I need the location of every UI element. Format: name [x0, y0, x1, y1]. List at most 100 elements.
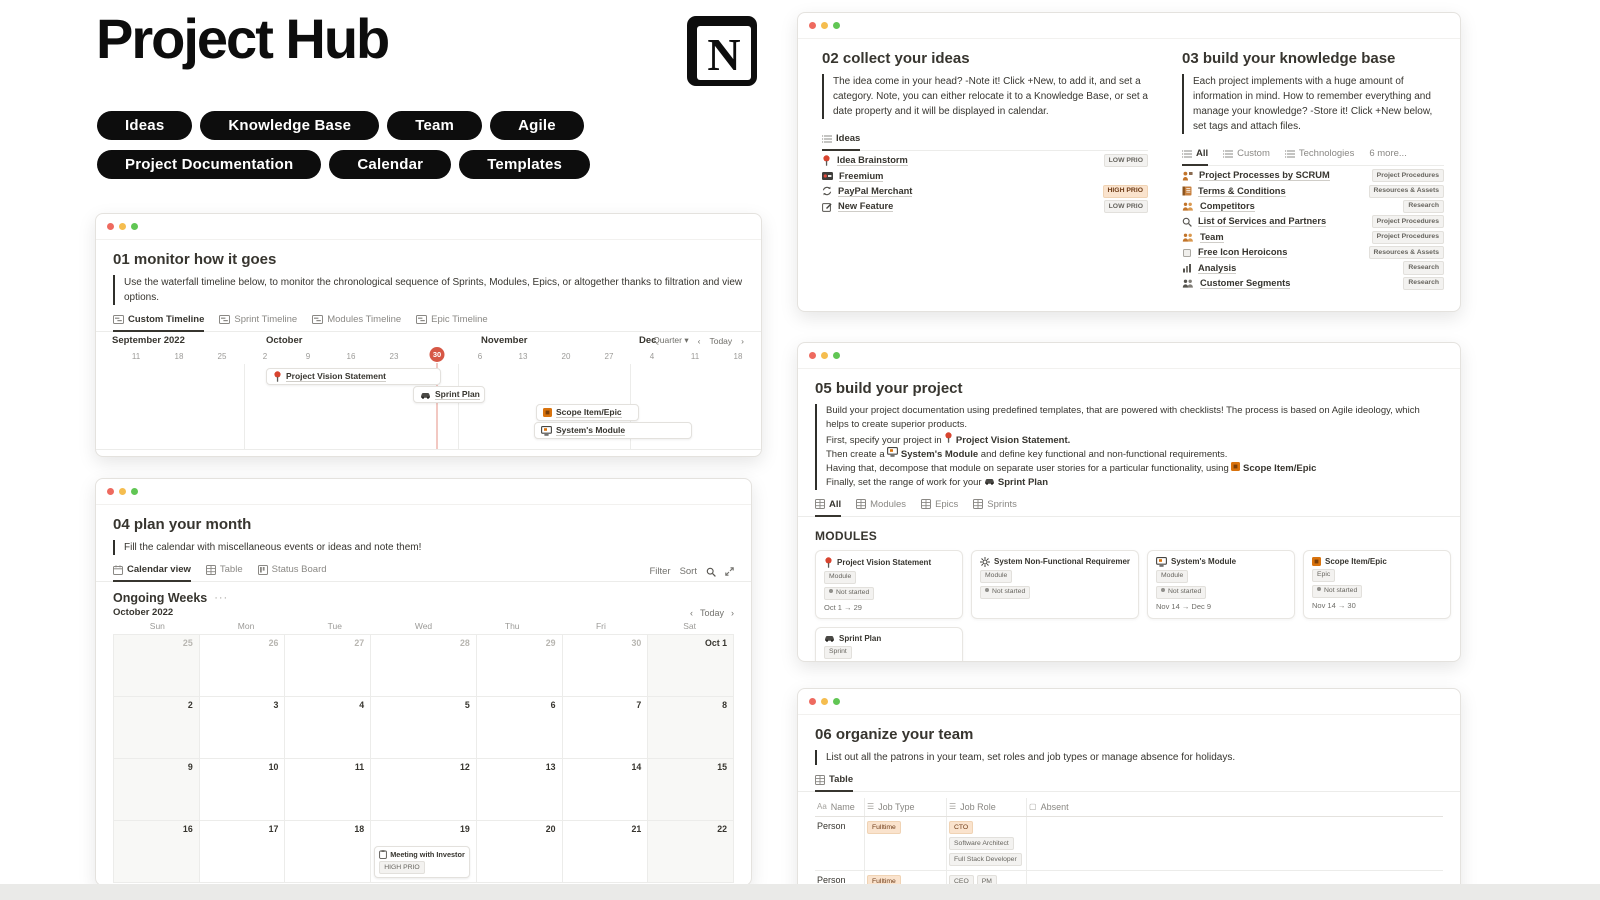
- nav-pill-templates[interactable]: Templates: [459, 150, 590, 179]
- page-link[interactable]: Competitors: [1200, 201, 1255, 212]
- list-item-paypal-merchant[interactable]: PayPal MerchantHIGH PRIO: [822, 184, 1148, 199]
- next-month-button[interactable]: ›: [731, 608, 734, 618]
- more-icon[interactable]: ···: [214, 592, 228, 604]
- maximize-icon[interactable]: [833, 22, 840, 29]
- page-link[interactable]: Idea Brainstorm: [837, 155, 908, 166]
- page-link[interactable]: Freemium: [839, 171, 883, 182]
- calendar-cell[interactable]: 18: [285, 821, 371, 883]
- maximize-icon[interactable]: [131, 223, 138, 230]
- tab-table[interactable]: Table: [815, 774, 853, 792]
- tab-ideas[interactable]: Ideas: [822, 133, 860, 151]
- calendar-cell[interactable]: 10: [200, 759, 286, 821]
- tab-6-more[interactable]: 6 more...: [1369, 148, 1407, 166]
- calendar-cell[interactable]: 8: [648, 697, 734, 759]
- tab-status-board[interactable]: Status Board: [258, 564, 327, 582]
- prev-button[interactable]: ‹: [698, 336, 701, 346]
- nav-pill-agile[interactable]: Agile: [490, 111, 584, 140]
- quarter-dropdown[interactable]: Quarter ▾: [653, 335, 688, 346]
- calendar-cell[interactable]: 28: [371, 635, 477, 697]
- calendar-cell[interactable]: 2: [114, 697, 200, 759]
- calendar-cell[interactable]: 7: [563, 697, 649, 759]
- list-item-terms-conditions[interactable]: Terms & ConditionsResources & Assets: [1182, 183, 1444, 198]
- tab-all[interactable]: All: [1182, 148, 1208, 166]
- today-button[interactable]: Today: [700, 608, 724, 618]
- list-item-new-feature[interactable]: New FeatureLOW PRIO: [822, 199, 1148, 214]
- column-header-job-role[interactable]: ☰Job Role: [947, 798, 1027, 816]
- close-icon[interactable]: [809, 22, 816, 29]
- page-link[interactable]: Project Processes by SCRUM: [1199, 170, 1330, 181]
- list-item-competitors[interactable]: CompetitorsResearch: [1182, 199, 1444, 214]
- calendar-cell[interactable]: 3: [200, 697, 286, 759]
- calendar-cell[interactable]: Oct 1: [648, 635, 734, 697]
- calendar-cell[interactable]: 14: [563, 759, 649, 821]
- calendar-cell[interactable]: 5: [371, 697, 477, 759]
- list-item-project-processes-by-scrum[interactable]: Project Processes by SCRUMProject Proced…: [1182, 168, 1444, 183]
- today-marker[interactable]: 30: [430, 347, 445, 362]
- close-icon[interactable]: [809, 698, 816, 705]
- sort-button[interactable]: Sort: [680, 566, 697, 577]
- list-item-customer-segments[interactable]: Customer SegmentsResearch: [1182, 276, 1444, 291]
- close-icon[interactable]: [809, 352, 816, 359]
- minimize-icon[interactable]: [821, 22, 828, 29]
- tab-modules[interactable]: Modules: [856, 499, 906, 517]
- calendar-cell[interactable]: 29: [477, 635, 563, 697]
- page-link[interactable]: Analysis: [1198, 263, 1236, 274]
- calendar-cell[interactable]: 17: [200, 821, 286, 883]
- maximize-icon[interactable]: [833, 352, 840, 359]
- timeline-bar-system-s-module[interactable]: System's Module: [534, 422, 692, 439]
- minimize-icon[interactable]: [821, 698, 828, 705]
- calendar-cell[interactable]: 21: [563, 821, 649, 883]
- module-card-project-vision-statement[interactable]: Project Vision StatementModuleNot starte…: [815, 550, 963, 619]
- timeline-bar-project-vision-statement[interactable]: Project Vision Statement: [266, 368, 441, 385]
- list-item-free-icon-heroicons[interactable]: Free Icon HeroiconsResources & Assets: [1182, 245, 1444, 260]
- calendar-cell[interactable]: 13: [477, 759, 563, 821]
- calendar-event[interactable]: Meeting with InvestorHIGH PRIO: [374, 846, 470, 878]
- page-link[interactable]: Terms & Conditions: [1198, 186, 1286, 197]
- timeline-bar-sprint-plan[interactable]: Sprint Plan: [413, 386, 485, 403]
- calendar-cell[interactable]: 16: [114, 821, 200, 883]
- calendar-cell[interactable]: 4: [285, 697, 371, 759]
- tab-all[interactable]: All: [815, 499, 841, 517]
- tab-custom[interactable]: Custom: [1223, 148, 1270, 166]
- calendar-cell[interactable]: 27: [285, 635, 371, 697]
- minimize-icon[interactable]: [119, 223, 126, 230]
- tab-sprints[interactable]: Sprints: [973, 499, 1017, 517]
- calendar-cell[interactable]: 12: [371, 759, 477, 821]
- close-icon[interactable]: [107, 223, 114, 230]
- nav-pill-project-documentation[interactable]: Project Documentation: [97, 150, 321, 179]
- maximize-icon[interactable]: [131, 488, 138, 495]
- column-header-name[interactable]: AaName: [815, 798, 865, 816]
- calendar-cell[interactable]: 15: [648, 759, 734, 821]
- filter-button[interactable]: Filter: [649, 566, 670, 577]
- next-button[interactable]: ›: [741, 336, 744, 346]
- page-link[interactable]: Customer Segments: [1200, 278, 1290, 289]
- calendar-cell[interactable]: 26: [200, 635, 286, 697]
- table-row[interactable]: PersonFulltimeCTOSoftware ArchitectFull …: [815, 817, 1443, 871]
- page-link[interactable]: PayPal Merchant: [838, 186, 912, 197]
- nav-pill-team[interactable]: Team: [387, 111, 482, 140]
- calendar-cell[interactable]: 22: [648, 821, 734, 883]
- list-item-idea-brainstorm[interactable]: Idea BrainstormLOW PRIO: [822, 153, 1148, 168]
- tab-epic-timeline[interactable]: Epic Timeline: [416, 314, 488, 332]
- page-link[interactable]: List of Services and Partners: [1198, 216, 1326, 227]
- nav-pill-knowledge-base[interactable]: Knowledge Base: [200, 111, 379, 140]
- absent-cell[interactable]: [1027, 817, 1443, 870]
- timeline-bar-scope-item-epic[interactable]: Scope Item/Epic: [536, 404, 639, 421]
- column-header-job-type[interactable]: ☰Job Type: [865, 798, 947, 816]
- maximize-icon[interactable]: [833, 698, 840, 705]
- job-role-cell[interactable]: CTOSoftware ArchitectFull Stack Develope…: [947, 817, 1027, 870]
- page-link[interactable]: Free Icon Heroicons: [1198, 247, 1287, 258]
- calendar-cell[interactable]: 6: [477, 697, 563, 759]
- module-card-system-non-functional-requirements[interactable]: System Non-Functional RequirementsModule…: [971, 550, 1139, 619]
- tab-modules-timeline[interactable]: Modules Timeline: [312, 314, 401, 332]
- list-item-team[interactable]: TeamProject Procedures: [1182, 230, 1444, 245]
- module-card-sprint-plan[interactable]: Sprint PlanSprintNot startedOct 23 → Nov…: [815, 627, 963, 662]
- calendar-cell[interactable]: 25: [114, 635, 200, 697]
- expand-icon[interactable]: [725, 567, 734, 576]
- calendar-cell[interactable]: 19Meeting with InvestorHIGH PRIO: [371, 821, 477, 883]
- minimize-icon[interactable]: [119, 488, 126, 495]
- tab-epics[interactable]: Epics: [921, 499, 958, 517]
- name-cell[interactable]: Person: [815, 817, 865, 870]
- tab-calendar-view[interactable]: Calendar view: [113, 564, 191, 582]
- list-item-analysis[interactable]: AnalysisResearch: [1182, 260, 1444, 275]
